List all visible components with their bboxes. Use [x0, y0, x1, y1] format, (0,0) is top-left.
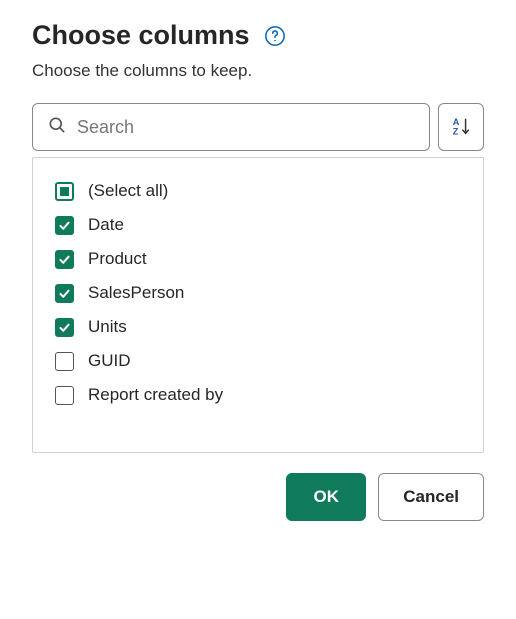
dialog-title: Choose columns — [32, 20, 250, 51]
dialog-footer: OK Cancel — [32, 473, 484, 521]
cancel-button[interactable]: Cancel — [378, 473, 484, 521]
column-row[interactable]: Units — [33, 310, 483, 344]
svg-text:Z: Z — [453, 126, 459, 136]
column-row[interactable]: GUID — [33, 344, 483, 378]
search-input[interactable] — [77, 117, 415, 138]
column-row[interactable]: Date — [33, 208, 483, 242]
column-row[interactable]: Report created by — [33, 378, 483, 412]
search-row: A Z — [32, 103, 484, 151]
column-label: Date — [88, 215, 124, 235]
column-label: Product — [88, 249, 147, 269]
column-row[interactable]: SalesPerson — [33, 276, 483, 310]
select-all-checkbox[interactable] — [55, 182, 74, 201]
dialog-subtitle: Choose the columns to keep. — [32, 61, 484, 81]
search-box[interactable] — [32, 103, 430, 151]
column-row[interactable]: Product — [33, 242, 483, 276]
sort-az-icon: A Z — [450, 115, 472, 140]
column-label: Report created by — [88, 385, 223, 405]
column-label: SalesPerson — [88, 283, 184, 303]
ok-button[interactable]: OK — [286, 473, 366, 521]
checkbox-checked-icon[interactable] — [55, 318, 74, 337]
help-icon[interactable] — [264, 25, 286, 47]
checkbox-unchecked-icon[interactable] — [55, 352, 74, 371]
dialog-header: Choose columns — [32, 20, 484, 51]
column-label: Units — [88, 317, 127, 337]
checkbox-checked-icon[interactable] — [55, 284, 74, 303]
select-all-label: (Select all) — [88, 181, 168, 201]
select-all-row[interactable]: (Select all) — [33, 174, 483, 208]
checkbox-checked-icon[interactable] — [55, 216, 74, 235]
checkbox-checked-icon[interactable] — [55, 250, 74, 269]
column-list-panel: (Select all) Date Product SalesPerson Un… — [32, 157, 484, 453]
column-label: GUID — [88, 351, 131, 371]
search-icon — [47, 115, 77, 140]
checkbox-unchecked-icon[interactable] — [55, 386, 74, 405]
sort-button[interactable]: A Z — [438, 103, 484, 151]
